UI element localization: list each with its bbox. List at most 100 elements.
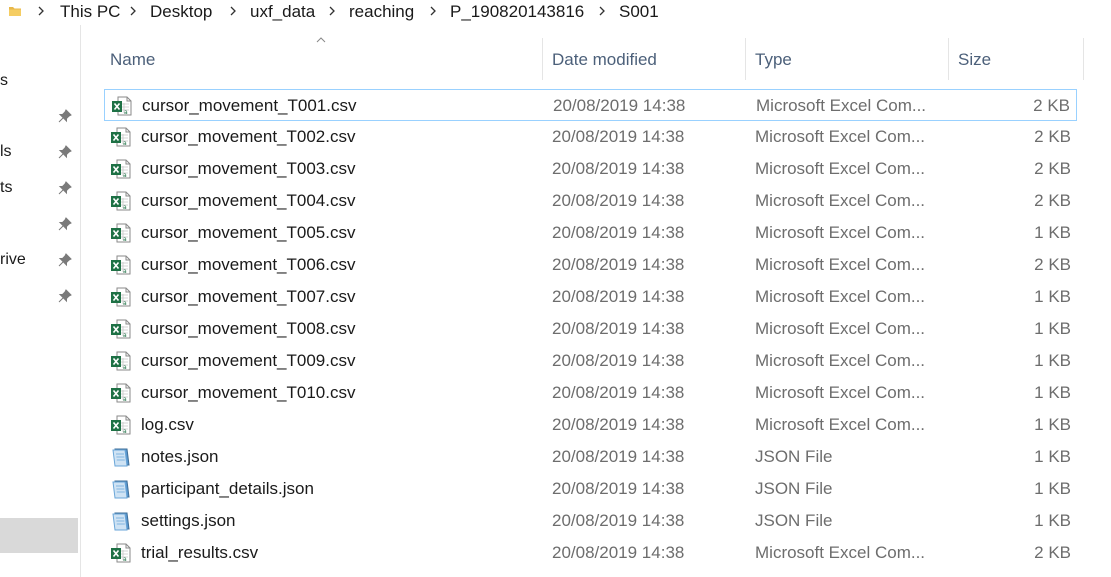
file-date-modified: 20/08/2019 14:38 — [552, 383, 685, 402]
chevron-right-icon[interactable] — [228, 5, 238, 17]
svg-text:a: a — [123, 268, 127, 275]
file-date-modified: 20/08/2019 14:38 — [553, 96, 686, 115]
breadcrumb-item-this-pc[interactable]: This PC — [60, 2, 120, 22]
breadcrumb-item-session[interactable]: S001 — [619, 2, 659, 22]
file-size: 1 KB — [1034, 383, 1071, 402]
file-size: 1 KB — [1034, 479, 1071, 498]
svg-text:a: a — [124, 109, 128, 116]
file-name: cursor_movement_T004.csv — [141, 191, 356, 210]
file-size: 2 KB — [1034, 127, 1071, 146]
svg-text:a: a — [123, 204, 127, 211]
file-size: 1 KB — [1034, 447, 1071, 466]
file-row[interactable]: a cursor_movement_T002.csv 20/08/2019 14:3… — [104, 121, 1077, 153]
file-name: trial_results.csv — [141, 543, 259, 562]
file-name: notes.json — [141, 447, 219, 466]
column-header-type[interactable]: Type — [746, 38, 948, 80]
excel-csv-icon: a — [111, 95, 133, 117]
column-header-name[interactable]: Name — [104, 38, 542, 80]
file-name: cursor_movement_T007.csv — [141, 287, 356, 306]
file-date-modified: 20/08/2019 14:38 — [552, 287, 685, 306]
file-row[interactable]: settings.json 20/08/2019 14:38 JSON File 1 … — [104, 505, 1077, 537]
file-row[interactable]: a log.csv 20/08/2019 14:38 Microsoft Excel … — [104, 409, 1077, 441]
file-name: cursor_movement_T001.csv — [142, 96, 357, 115]
file-date-modified: 20/08/2019 14:38 — [552, 415, 685, 434]
file-name: participant_details.json — [141, 479, 314, 498]
nav-item[interactable]: rive — [0, 249, 80, 273]
file-type: Microsoft Excel Com... — [755, 191, 926, 210]
file-row[interactable]: a cursor_movement_T010.csv 20/08/2019 14:3… — [104, 377, 1077, 409]
nav-item[interactable] — [0, 285, 80, 309]
navigation-pane: s ls ts rive — [0, 25, 81, 577]
file-date-modified: 20/08/2019 14:38 — [552, 511, 685, 530]
json-file-icon — [110, 478, 132, 500]
file-name: cursor_movement_T009.csv — [141, 351, 356, 370]
file-row[interactable]: a cursor_movement_T003.csv 20/08/2019 14:3… — [104, 153, 1077, 185]
nav-item[interactable] — [0, 105, 80, 129]
breadcrumb-item-uxf-data[interactable]: uxf_data — [250, 2, 315, 22]
chevron-right-icon[interactable] — [428, 5, 438, 17]
nav-item[interactable]: ts — [0, 177, 80, 201]
file-name: cursor_movement_T008.csv — [141, 319, 356, 338]
file-row[interactable]: a cursor_movement_T007.csv 20/08/2019 14:3… — [104, 281, 1077, 313]
nav-item-label: ts — [0, 179, 13, 196]
svg-text:a: a — [123, 172, 127, 179]
file-row[interactable]: a cursor_movement_T005.csv 20/08/2019 14:3… — [104, 217, 1077, 249]
file-size: 1 KB — [1034, 319, 1071, 338]
file-date-modified: 20/08/2019 14:38 — [552, 351, 685, 370]
file-name: cursor_movement_T002.csv — [141, 127, 356, 146]
file-type: Microsoft Excel Com... — [755, 415, 926, 434]
pin-icon — [58, 181, 72, 195]
breadcrumb-item-participant[interactable]: P_190820143816 — [450, 2, 584, 22]
svg-text:a: a — [123, 556, 127, 563]
chevron-right-icon[interactable] — [36, 5, 46, 17]
file-type: JSON File — [755, 511, 833, 530]
file-date-modified: 20/08/2019 14:38 — [552, 159, 685, 178]
file-row[interactable]: participant_details.json 20/08/2019 14:38… — [104, 473, 1077, 505]
nav-item[interactable]: s — [0, 70, 80, 94]
excel-csv-icon: a — [110, 254, 132, 276]
svg-text:a: a — [123, 236, 127, 243]
file-row[interactable]: a cursor_movement_T008.csv 20/08/2019 14:3… — [104, 313, 1077, 345]
breadcrumb-item-reaching[interactable]: reaching — [349, 2, 414, 22]
svg-text:a: a — [123, 364, 127, 371]
nav-item[interactable] — [0, 213, 80, 237]
excel-csv-icon: a — [110, 158, 132, 180]
nav-item-selected[interactable] — [0, 518, 78, 553]
svg-text:a: a — [123, 332, 127, 339]
file-row[interactable]: a trial_results.csv 20/08/2019 14:38 Micros… — [104, 537, 1077, 569]
file-row[interactable]: a cursor_movement_T004.csv 20/08/2019 14:3… — [104, 185, 1077, 217]
svg-text:a: a — [123, 396, 127, 403]
pin-icon — [58, 217, 72, 231]
pin-icon — [58, 109, 72, 123]
file-date-modified: 20/08/2019 14:38 — [552, 479, 685, 498]
nav-item[interactable]: ls — [0, 141, 80, 165]
column-header-label: Size — [958, 50, 992, 69]
address-bar[interactable]: This PC Desktop uxf_data reaching P_1908… — [0, 0, 1111, 25]
svg-text:a: a — [123, 428, 127, 435]
file-row[interactable]: a cursor_movement_T009.csv 20/08/2019 14:3… — [104, 345, 1077, 377]
file-size: 1 KB — [1034, 351, 1071, 370]
file-type: Microsoft Excel Com... — [755, 287, 926, 306]
file-row[interactable]: a cursor_movement_T001.csv 20/08/2019 14:3… — [104, 89, 1077, 121]
excel-csv-icon: a — [110, 318, 132, 340]
json-file-icon — [110, 510, 132, 532]
file-type: Microsoft Excel Com... — [755, 127, 926, 146]
chevron-right-icon[interactable] — [128, 5, 138, 17]
chevron-right-icon[interactable] — [327, 5, 337, 17]
column-header-size[interactable]: Size — [949, 38, 1083, 80]
file-name: cursor_movement_T003.csv — [141, 159, 356, 178]
folder-icon — [9, 7, 21, 16]
json-file-icon — [110, 446, 132, 468]
excel-csv-icon: a — [110, 190, 132, 212]
file-type: JSON File — [755, 479, 833, 498]
file-date-modified: 20/08/2019 14:38 — [552, 543, 685, 562]
chevron-right-icon[interactable] — [597, 5, 607, 17]
breadcrumb-item-desktop[interactable]: Desktop — [150, 2, 212, 22]
file-row[interactable]: a cursor_movement_T006.csv 20/08/2019 14:3… — [104, 249, 1077, 281]
file-row[interactable]: notes.json 20/08/2019 14:38 JSON File 1 KB — [104, 441, 1077, 473]
column-header-date[interactable]: Date modified — [543, 38, 745, 80]
column-divider[interactable] — [1083, 38, 1084, 80]
nav-item-label: rive — [0, 251, 26, 268]
file-type: Microsoft Excel Com... — [756, 96, 927, 115]
excel-csv-icon: a — [110, 286, 132, 308]
